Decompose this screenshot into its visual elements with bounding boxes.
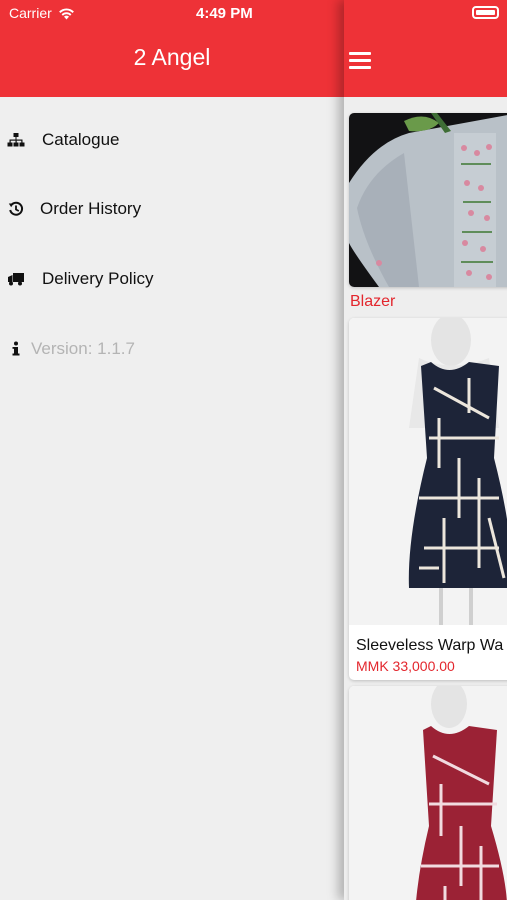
product-card-2[interactable] bbox=[349, 686, 507, 900]
product-image bbox=[349, 318, 507, 625]
product-image-2 bbox=[349, 686, 507, 900]
main-header bbox=[344, 0, 507, 97]
side-drawer: Carrier 4:49 PM 2 Angel Catalogue Order … bbox=[0, 0, 344, 900]
product-card[interactable]: Sleeveless Warp Wa MMK 33,000.00 bbox=[349, 318, 507, 680]
menu-item-catalogue[interactable]: Catalogue bbox=[0, 115, 344, 165]
menu-item-order-history[interactable]: Order History bbox=[0, 184, 344, 234]
truck-icon bbox=[6, 269, 26, 289]
status-time: 4:49 PM bbox=[196, 5, 253, 22]
menu-label-catalogue: Catalogue bbox=[42, 130, 120, 149]
product-price: MMK 33,000.00 bbox=[356, 658, 455, 674]
battery-icon bbox=[472, 6, 499, 19]
main-screen: Blazer Sleeveless Warp Wa MMK 33,000.00 bbox=[344, 0, 507, 900]
info-icon bbox=[6, 339, 26, 359]
menu-item-delivery-policy[interactable]: Delivery Policy bbox=[0, 254, 344, 304]
history-icon bbox=[6, 199, 26, 219]
hamburger-menu-icon[interactable] bbox=[349, 52, 371, 70]
category-card-blazer[interactable] bbox=[349, 113, 507, 287]
blazer-image bbox=[349, 113, 507, 287]
wifi-icon bbox=[58, 7, 74, 19]
menu-label-order-history: Order History bbox=[40, 199, 142, 218]
drawer-header: Carrier 4:49 PM 2 Angel bbox=[0, 0, 344, 97]
status-carrier: Carrier bbox=[9, 5, 75, 21]
version-label: Version: 1.1.7 bbox=[31, 339, 135, 358]
category-label-blazer: Blazer bbox=[350, 293, 396, 310]
app-title: 2 Angel bbox=[133, 44, 211, 70]
menu-label-delivery-policy: Delivery Policy bbox=[42, 269, 154, 288]
version-row: Version: 1.1.7 bbox=[0, 324, 344, 374]
sitemap-icon bbox=[6, 130, 26, 150]
product-name: Sleeveless Warp Wa bbox=[356, 637, 504, 654]
carrier-label: Carrier bbox=[9, 5, 52, 21]
